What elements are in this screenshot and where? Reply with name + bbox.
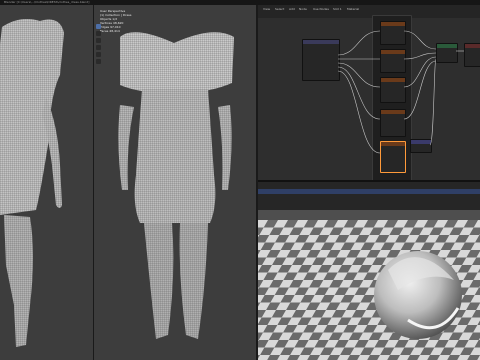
slot-selector[interactable]: Slot 1: [332, 7, 343, 12]
node-texture-selected[interactable]: [380, 141, 406, 173]
node-texture[interactable]: [380, 49, 406, 73]
node-texture[interactable]: [380, 77, 406, 103]
transform-icon[interactable]: [96, 45, 101, 50]
header-row: [258, 196, 480, 201]
viewport-info-overlay: User Perspective (1) Collection | Dress …: [100, 9, 131, 33]
node-principled[interactable]: [436, 43, 458, 63]
dress-front-model: [0, 19, 64, 347]
menu-add[interactable]: Add: [288, 7, 296, 12]
scale-icon[interactable]: [96, 38, 101, 43]
viewport-front[interactable]: [0, 5, 93, 360]
node-texture[interactable]: [380, 21, 406, 45]
node-texture[interactable]: [380, 109, 406, 137]
material-selector[interactable]: Material: [346, 7, 360, 12]
node-mapping[interactable]: [302, 39, 340, 81]
node-editor-header: View Select Add Node Use Nodes Slot 1 Ma…: [258, 5, 480, 18]
measure-icon[interactable]: [96, 59, 101, 64]
header-row: [258, 203, 480, 208]
menu-node[interactable]: Node: [298, 7, 308, 12]
render-view-header: [258, 182, 480, 210]
menu-view[interactable]: View: [262, 7, 271, 12]
dress-back-model: [118, 32, 234, 339]
toolbar: [96, 24, 101, 66]
hud-line: Faces 48,414: [100, 29, 120, 33]
node-output[interactable]: [464, 43, 480, 67]
rotate-icon[interactable]: [96, 31, 101, 36]
header-row: [258, 182, 480, 187]
menu-select[interactable]: Select: [274, 7, 285, 12]
shader-node-editor[interactable]: View Select Add Node Use Nodes Slot 1 Ma…: [258, 5, 480, 180]
header-row-selected[interactable]: [258, 189, 480, 194]
checker-floor-preview: [258, 210, 480, 360]
use-nodes-toggle[interactable]: Use Nodes: [312, 7, 330, 12]
annotate-icon[interactable]: [96, 52, 101, 57]
move-icon[interactable]: [96, 24, 101, 29]
viewport-back[interactable]: User Perspective (1) Collection | Dress …: [94, 5, 256, 360]
node-normal-map[interactable]: [410, 139, 432, 153]
node-links: [337, 30, 464, 154]
material-preview-render[interactable]: [258, 210, 480, 360]
